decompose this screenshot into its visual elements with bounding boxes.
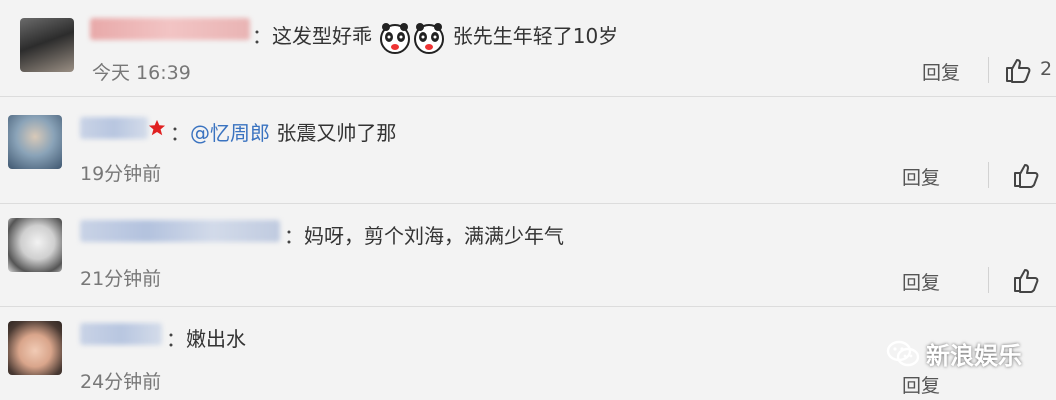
timestamp: 21分钟前 [80, 268, 162, 290]
reply-button[interactable]: 回复 [902, 268, 940, 295]
username-blurred[interactable] [80, 323, 162, 345]
username-blurred[interactable] [80, 220, 280, 242]
colon: ： [170, 121, 190, 145]
divider [988, 162, 989, 188]
comment-item: ： 妈呀，剪个刘海，满满少年气 21分钟前 回复 [0, 204, 1056, 307]
like-count: 2 [1040, 58, 1053, 80]
divider [988, 57, 989, 83]
timestamp: 19分钟前 [80, 163, 162, 185]
thumbs-up-icon[interactable] [1012, 266, 1040, 294]
username-blurred[interactable] [90, 18, 250, 40]
watermark-text: 新浪娱乐 [926, 342, 1022, 370]
colon: ： [166, 327, 186, 351]
avatar[interactable] [8, 321, 62, 375]
panda-face-icon [414, 22, 445, 54]
comment-text-end: 张先生年轻了10岁 [452, 24, 619, 48]
comment-text: 妈呀，剪个刘海，满满少年气 [304, 224, 564, 248]
panda-face-icon [380, 22, 411, 54]
divider [988, 267, 989, 293]
username-blurred[interactable] [80, 117, 148, 139]
timestamp: 24分钟前 [80, 371, 162, 393]
comment-text-start: 这发型好乖 [272, 24, 372, 48]
red-star-badge-icon [148, 119, 166, 136]
thumbs-up-icon[interactable] [1012, 161, 1040, 189]
avatar[interactable] [8, 115, 62, 169]
thumbs-up-icon[interactable] [1004, 56, 1032, 84]
reply-button[interactable]: 回复 [922, 58, 960, 85]
comment-text-body: 张震又帅了那 [276, 121, 397, 145]
comment-text: 这发型好乖 张先生年轻了10岁 [272, 20, 618, 55]
wechat-logo-icon [886, 340, 920, 366]
colon: ： [252, 24, 272, 48]
avatar[interactable] [8, 218, 62, 272]
avatar[interactable] [20, 18, 74, 72]
comment-text: 嫩出水 [186, 327, 246, 351]
colon: ： [284, 224, 304, 248]
reply-button[interactable]: 回复 [902, 371, 940, 398]
comment-item: ： @忆周郎 张震又帅了那 19分钟前 回复 [0, 97, 1056, 204]
user-mention-link[interactable]: @忆周郎 [190, 121, 270, 145]
watermark: 新浪娱乐 [886, 336, 1022, 371]
reply-button[interactable]: 回复 [902, 163, 940, 190]
comment-text: @忆周郎 张震又帅了那 [190, 117, 396, 146]
comment-item: ： 这发型好乖 张先生年轻了10岁 今天 16:39 回复 2 [0, 0, 1056, 97]
timestamp: 今天 16:39 [92, 62, 191, 84]
